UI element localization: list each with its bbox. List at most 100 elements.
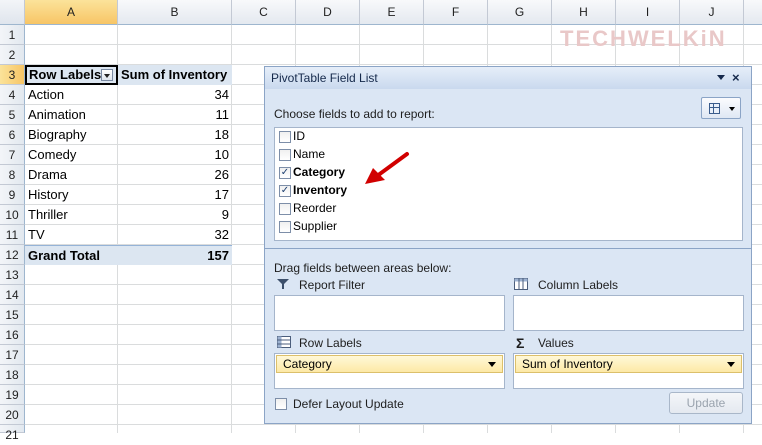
row-header[interactable]: 12 [0,245,25,265]
pivot-header-label: Row Labels [29,67,102,82]
row-header[interactable]: 4 [0,85,25,105]
column-header-i[interactable]: I [616,0,680,25]
filter-dropdown-icon[interactable] [101,69,113,81]
row-header[interactable]: 13 [0,265,25,285]
field-checkbox[interactable] [279,203,291,215]
row-header[interactable]: 8 [0,165,25,185]
column-labels-area[interactable] [513,295,744,331]
values-area-label: Values [538,336,574,350]
chevron-down-icon[interactable] [488,362,496,367]
row-header[interactable]: 6 [0,125,25,145]
report-filter-area[interactable] [274,295,505,331]
row-labels-icon [277,336,291,348]
field-checkbox-checked[interactable]: ✓ [279,167,291,179]
pivot-row-value[interactable]: 18 [118,125,232,145]
field-name: Supplier [293,219,338,233]
values-area[interactable]: Sum of Inventory [513,353,744,389]
filter-icon [277,279,289,289]
field-name: Name [293,147,326,161]
pane-options-chevron-icon[interactable] [717,75,725,80]
pivot-header-row-labels[interactable]: Row Labels [25,65,118,85]
row-field-category[interactable]: Category [276,355,503,373]
pivot-row-label[interactable]: Drama [25,165,118,185]
report-filter-label: Report Filter [299,278,366,292]
row-header[interactable]: 15 [0,305,25,325]
pivot-row-label[interactable]: Comedy [25,145,118,165]
sigma-icon: Σ [516,335,525,351]
row-labels-area[interactable]: Category [274,353,505,389]
column-header-a[interactable]: A [25,0,118,25]
column-header-j[interactable]: J [680,0,744,25]
update-button[interactable]: Update [669,392,743,414]
pivot-header-sum[interactable]: Sum of Inventory [118,65,232,85]
row-header[interactable]: 9 [0,185,25,205]
row-header[interactable]: 14 [0,285,25,305]
pivot-row-label[interactable]: Action [25,85,118,105]
column-header-f[interactable]: F [424,0,488,25]
row-header[interactable]: 20 [0,405,25,425]
pivot-grand-total-label[interactable]: Grand Total [25,245,118,265]
field-layout-icon [709,103,720,114]
row-header[interactable]: 11 [0,225,25,245]
pivot-row-value[interactable]: 26 [118,165,232,185]
pivot-row-label[interactable]: History [25,185,118,205]
annotation-arrow-icon [365,152,409,184]
row-labels-area-label: Row Labels [299,336,362,350]
row-header[interactable]: 2 [0,45,25,65]
row-header[interactable]: 17 [0,345,25,365]
pivot-row-value[interactable]: 9 [118,205,232,225]
field-name: Category [293,165,346,179]
pivot-row-value[interactable]: 32 [118,225,232,245]
row-header[interactable]: 19 [0,385,25,405]
chevron-down-icon [729,107,735,111]
row-header[interactable]: 16 [0,325,25,345]
choose-fields-label: Choose fields to add to report: [274,107,435,121]
pane-title-bar: PivotTable Field List × [265,67,751,89]
pane-divider [265,248,751,249]
pivot-row-label[interactable]: Animation [25,105,118,125]
field-name: Reorder [293,201,337,215]
pivot-row-value[interactable]: 11 [118,105,232,125]
column-header-bar: A B C D E F G H I J [0,0,762,25]
column-labels-icon [514,278,528,290]
pivot-grand-total-value[interactable]: 157 [118,245,232,265]
defer-layout-label: Defer Layout Update [293,397,404,411]
row-header[interactable]: 18 [0,365,25,385]
row-header[interactable]: 7 [0,145,25,165]
column-header-d[interactable]: D [296,0,360,25]
row-header[interactable]: 10 [0,205,25,225]
field-checkbox[interactable] [279,221,291,233]
field-list-box: ID Name ✓ Category ✓ Inventory Reorder S… [274,127,743,241]
pane-close-icon[interactable]: × [732,67,740,89]
field-checkbox[interactable] [279,131,291,143]
pane-title: PivotTable Field List [271,71,378,85]
pivot-row-label[interactable]: Thriller [25,205,118,225]
row-header[interactable]: 1 [0,25,25,45]
column-header-c[interactable]: C [232,0,296,25]
column-header-overflow [744,0,762,25]
field-checkbox[interactable] [279,149,291,161]
field-layout-button[interactable] [701,97,741,119]
watermark-logo: TECHWELKiN [560,26,727,51]
column-header-e[interactable]: E [360,0,424,25]
drag-fields-label: Drag fields between areas below: [274,261,452,275]
chevron-down-icon[interactable] [727,362,735,367]
pivot-row-value[interactable]: 10 [118,145,232,165]
row-header[interactable]: 21 [0,425,25,442]
value-field-sum-inventory[interactable]: Sum of Inventory [515,355,742,373]
column-header-h[interactable]: H [552,0,616,25]
row-header[interactable]: 3 [0,65,25,85]
select-all-corner[interactable] [0,0,25,25]
pivot-row-label[interactable]: Biography [25,125,118,145]
defer-layout-checkbox[interactable] [275,398,287,410]
field-name: Inventory [293,183,348,197]
field-checkbox-checked[interactable]: ✓ [279,185,291,197]
column-header-g[interactable]: G [488,0,552,25]
column-header-b[interactable]: B [118,0,232,25]
pivot-row-value[interactable]: 17 [118,185,232,205]
value-field-name: Sum of Inventory [522,357,613,371]
row-header[interactable]: 5 [0,105,25,125]
column-labels-label: Column Labels [538,278,619,292]
pivot-row-value[interactable]: 34 [118,85,232,105]
pivot-row-label[interactable]: TV [25,225,118,245]
